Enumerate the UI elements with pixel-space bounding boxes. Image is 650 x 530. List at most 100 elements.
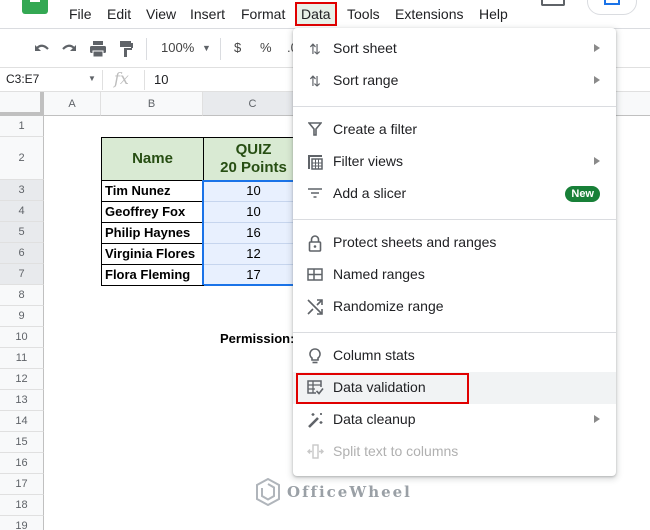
column-header-b[interactable]: B	[101, 92, 203, 116]
table-bottom-border	[101, 285, 204, 286]
row-header-19[interactable]: 19	[0, 516, 44, 530]
menu-extensions[interactable]: Extensions	[391, 4, 467, 24]
submenu-arrow-icon	[594, 415, 600, 423]
paint-format-icon[interactable]	[118, 40, 134, 58]
zoom-select[interactable]: 100%	[161, 40, 194, 55]
permission-label: Permission:	[220, 331, 295, 346]
menu-tools[interactable]: Tools	[343, 4, 384, 24]
row-header-8[interactable]: 8	[0, 285, 44, 306]
print-icon[interactable]	[89, 40, 107, 58]
function-icon: fx	[114, 69, 129, 88]
name-cell[interactable]: Flora Fleming	[101, 264, 204, 286]
shuffle-icon	[306, 299, 324, 315]
sort-icon: ⇅	[309, 41, 321, 57]
officewheel-logo-icon	[256, 478, 280, 506]
row-header-7[interactable]: 7	[0, 264, 44, 285]
menu-data[interactable]: Data	[295, 2, 337, 26]
row-header-5[interactable]: 5	[0, 222, 44, 243]
new-badge: New	[565, 186, 600, 202]
row-header-11[interactable]: 11	[0, 348, 44, 369]
menu-insert[interactable]: Insert	[186, 4, 229, 24]
lock-icon	[306, 235, 324, 252]
column-header-c[interactable]: C	[203, 92, 303, 116]
menu-item-randomize-range[interactable]: Randomize range	[293, 291, 616, 323]
row-header-10[interactable]: 10	[0, 327, 44, 348]
name-cell[interactable]: Virginia Flores	[101, 243, 204, 265]
row-header-2[interactable]: 2	[0, 137, 44, 180]
menu-edit[interactable]: Edit	[103, 4, 135, 24]
submenu-arrow-icon	[594, 44, 600, 52]
menu-item-create-filter[interactable]: Create a filter	[293, 114, 616, 146]
row-header-12[interactable]: 12	[0, 369, 44, 390]
row-header-3[interactable]: 3	[0, 180, 44, 201]
select-all-corner[interactable]	[0, 92, 44, 116]
google-sheets-window: File Edit View Insert Format Data Tools …	[0, 0, 650, 530]
header-quiz-line2: 20 Points	[220, 159, 287, 176]
undo-icon[interactable]	[33, 41, 51, 57]
name-box[interactable]: C3:E7	[6, 72, 39, 86]
row-header-9[interactable]: 9	[0, 306, 44, 327]
sheets-logo-icon[interactable]	[22, 0, 48, 14]
name-cell[interactable]: Tim Nunez	[101, 180, 204, 202]
menu-format[interactable]: Format	[237, 4, 289, 24]
filter-icon	[306, 122, 324, 138]
menu-help[interactable]: Help	[475, 4, 512, 24]
row-header-16[interactable]: 16	[0, 453, 44, 474]
menu-bar: File Edit View Insert Format Data Tools …	[0, 0, 650, 29]
data-validation-highlight-box	[296, 373, 469, 404]
menu-divider	[293, 106, 616, 107]
currency-format-button[interactable]: $	[234, 40, 241, 55]
header-quiz-cell[interactable]: QUIZ 20 Points	[203, 137, 303, 181]
name-box-dropdown-icon[interactable]: ▼	[88, 74, 96, 83]
menu-item-label: Add a slicer	[333, 185, 407, 201]
zoom-dropdown-arrow-icon[interactable]: ▼	[202, 43, 211, 53]
menu-item-named-ranges[interactable]: Named ranges	[293, 259, 616, 291]
menu-item-column-stats[interactable]: Column stats	[293, 340, 616, 372]
redo-icon[interactable]	[60, 41, 78, 57]
submenu-arrow-icon	[594, 76, 600, 84]
menu-view[interactable]: View	[142, 4, 180, 24]
present-button[interactable]	[587, 0, 637, 15]
menu-item-label: Named ranges	[333, 266, 425, 282]
formula-input[interactable]: 10	[154, 72, 168, 87]
row-header-14[interactable]: 14	[0, 411, 44, 432]
menu-item-label: Sort range	[333, 72, 399, 88]
column-header-a[interactable]: A	[44, 92, 101, 116]
watermark-text: OfficeWheel	[287, 483, 412, 501]
toolbar-divider	[146, 38, 147, 60]
menu-item-add-slicer[interactable]: Add a slicer New	[293, 178, 616, 210]
menu-item-split-text-to-columns[interactable]: Split text to columns	[293, 436, 616, 468]
menu-item-protect-sheets[interactable]: Protect sheets and ranges	[293, 227, 616, 259]
present-icon	[604, 0, 620, 5]
magic-wand-icon	[306, 412, 324, 428]
name-cell[interactable]: Geoffrey Fox	[101, 201, 204, 223]
name-cell[interactable]: Philip Haynes	[101, 222, 204, 244]
row-header-13[interactable]: 13	[0, 390, 44, 411]
menu-item-label: Create a filter	[333, 121, 418, 137]
slicer-icon	[306, 186, 324, 202]
named-ranges-icon	[306, 267, 324, 283]
selection-outline	[202, 180, 303, 286]
menu-item-sort-range[interactable]: ⇅ Sort range	[293, 65, 616, 97]
header-name-text: Name	[132, 150, 173, 167]
menu-item-label: Sort sheet	[333, 40, 397, 56]
row-header-6[interactable]: 6	[0, 243, 44, 264]
data-menu-dropdown: ⇅ Sort sheet ⇅ Sort range Create a filte…	[293, 28, 616, 476]
menu-item-filter-views[interactable]: Filter views	[293, 146, 616, 178]
row-header-18[interactable]: 18	[0, 495, 44, 516]
formula-divider	[144, 70, 145, 90]
menu-file[interactable]: File	[65, 4, 96, 24]
row-header-4[interactable]: 4	[0, 201, 44, 222]
row-header-15[interactable]: 15	[0, 432, 44, 453]
menu-item-label: Split text to columns	[333, 443, 459, 459]
menu-item-sort-sheet[interactable]: ⇅ Sort sheet	[293, 33, 616, 65]
menu-divider	[293, 219, 616, 220]
comment-icon[interactable]	[541, 0, 565, 6]
percent-format-button[interactable]: %	[260, 40, 272, 55]
menu-item-label: Filter views	[333, 153, 404, 169]
row-header-1[interactable]: 1	[0, 116, 44, 137]
header-name-cell[interactable]: Name	[101, 137, 204, 181]
menu-item-label: Column stats	[333, 347, 415, 363]
row-header-17[interactable]: 17	[0, 474, 44, 495]
menu-item-data-cleanup[interactable]: Data cleanup	[293, 404, 616, 436]
